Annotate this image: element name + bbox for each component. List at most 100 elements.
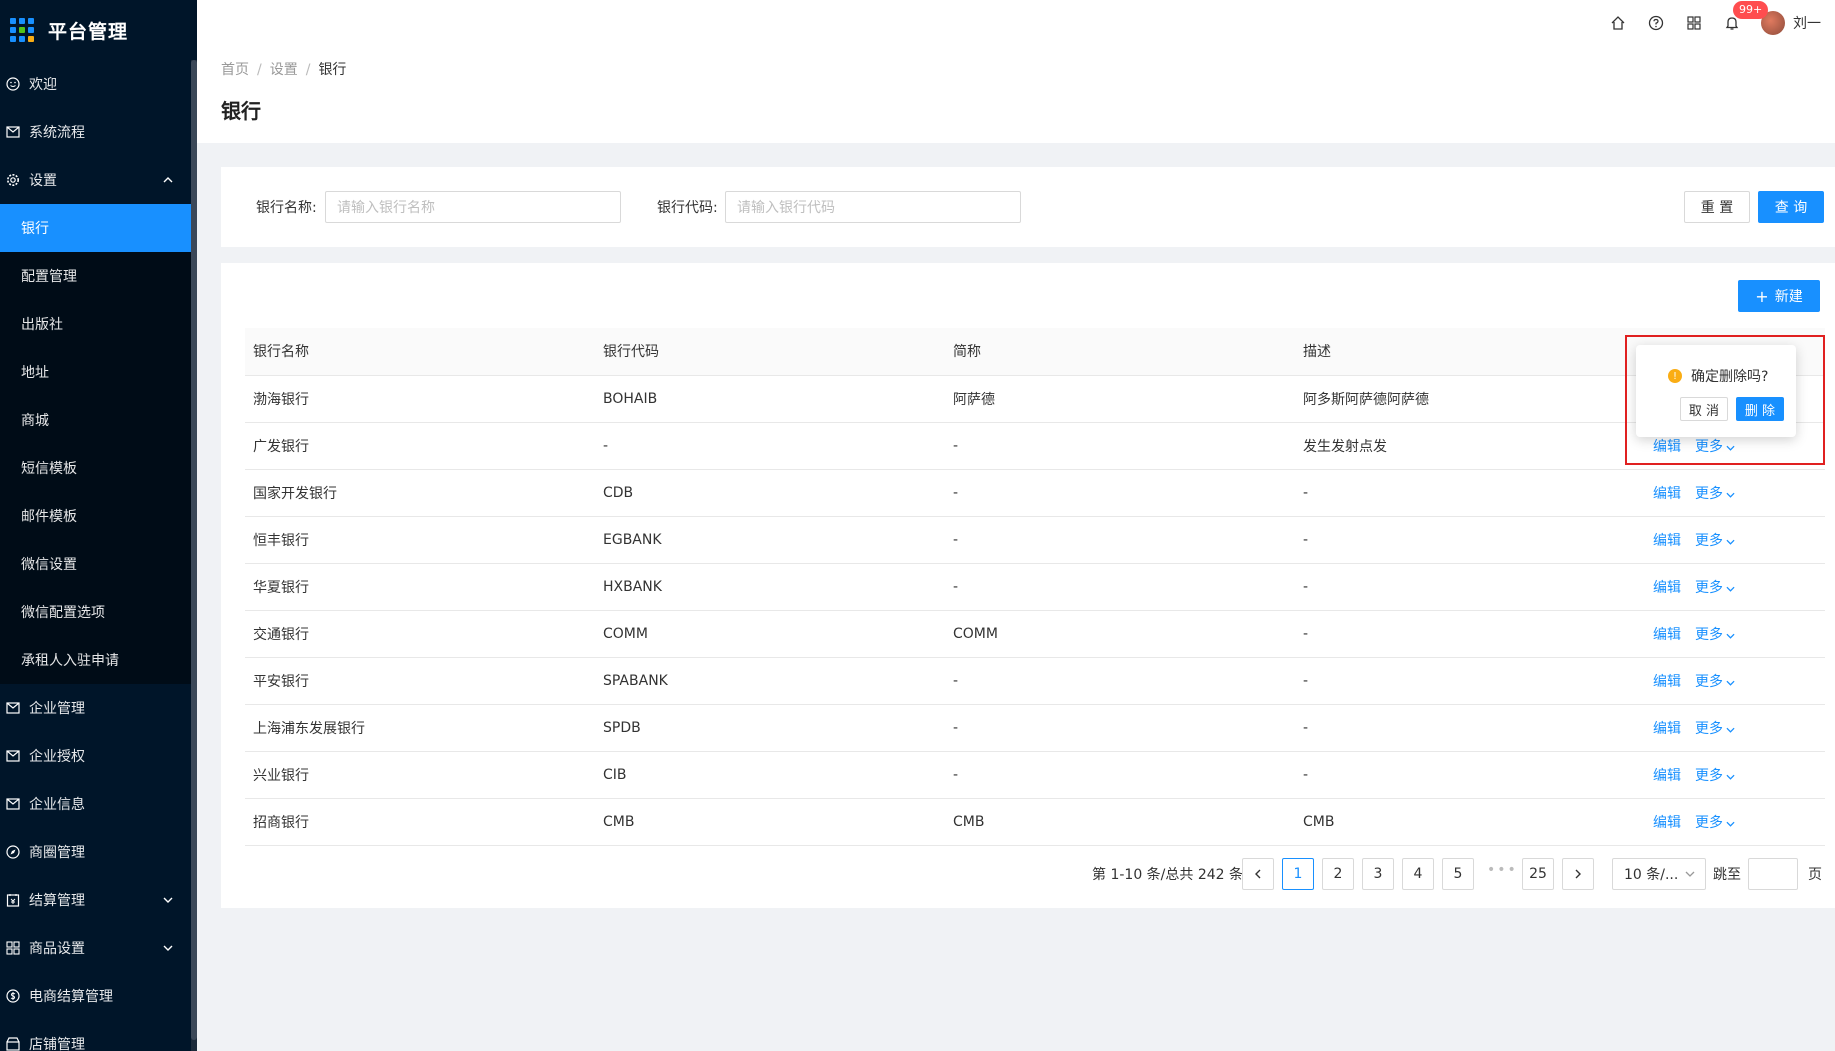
delete-popconfirm: ! 确定删除吗? 取 消 删 除 (1636, 345, 1796, 437)
question-icon[interactable] (1637, 15, 1675, 31)
app-logo[interactable]: 平台管理 (0, 0, 197, 60)
cell-short-name: - (945, 422, 1295, 470)
sidebar-item-wechat-settings[interactable]: 微信设置 (0, 540, 197, 588)
page-last-button[interactable]: 25 (1522, 858, 1554, 890)
more-dropdown[interactable]: 更多 (1695, 580, 1735, 596)
more-dropdown[interactable]: 更多 (1695, 721, 1735, 737)
sidebar-item-label: 店铺管理 (29, 1037, 85, 1051)
table-row: 国家开发银行 CDB - - 编辑 更多 (245, 469, 1825, 517)
sidebar-item-wechat-options[interactable]: 微信配置选项 (0, 588, 197, 636)
edit-link[interactable]: 编辑 (1653, 439, 1681, 455)
edit-link[interactable]: 编辑 (1653, 580, 1681, 596)
sidebar-item-address[interactable]: 地址 (0, 348, 197, 396)
edit-link[interactable]: 编辑 (1653, 674, 1681, 690)
sidebar-item-email-template[interactable]: 邮件模板 (0, 492, 197, 540)
cell-bank-name: 渤海银行 (245, 375, 595, 423)
more-dropdown[interactable]: 更多 (1695, 815, 1735, 831)
next-page-button[interactable] (1562, 858, 1594, 890)
notification-bell[interactable]: 99+ (1713, 0, 1769, 31)
sidebar-item-enterprise-mgmt[interactable]: 企业管理 (0, 684, 197, 732)
account-book-icon (5, 892, 21, 908)
cell-bank-name: 广发银行 (245, 422, 595, 470)
home-icon[interactable] (1599, 15, 1637, 31)
col-header-short-name: 简称 (945, 328, 1295, 376)
edit-link[interactable]: 编辑 (1653, 486, 1681, 502)
sidebar-item-mall[interactable]: 商城 (0, 396, 197, 444)
cell-description: - (1295, 704, 1645, 752)
edit-link[interactable]: 编辑 (1653, 815, 1681, 831)
cell-bank-name: 上海浦东发展银行 (245, 704, 595, 752)
sidebar-item-label: 配置管理 (21, 269, 77, 285)
sidebar-item-product-settings[interactable]: 商品设置 (0, 924, 197, 972)
more-dropdown[interactable]: 更多 (1695, 439, 1735, 455)
col-header-bank-name: 银行名称 (245, 328, 595, 376)
page-3-button[interactable]: 3 (1362, 858, 1394, 890)
sidebar-item-publisher[interactable]: 出版社 (0, 300, 197, 348)
page-size-select[interactable]: 10 条/... (1612, 858, 1706, 890)
sidebar-item-shop-mgmt[interactable]: 店铺管理 (0, 1020, 197, 1051)
sidebar-item-system-flow[interactable]: 系统流程 (0, 108, 197, 156)
edit-link[interactable]: 编辑 (1653, 533, 1681, 549)
more-dropdown[interactable]: 更多 (1695, 674, 1735, 690)
jump-to-input[interactable] (1748, 858, 1798, 890)
sidebar-scrollbar-thumb[interactable] (191, 60, 197, 1040)
query-button[interactable]: 查 询 (1758, 191, 1824, 223)
more-dropdown[interactable]: 更多 (1695, 768, 1735, 784)
cell-bank-code: CMB (595, 798, 945, 846)
cell-bank-code: HXBANK (595, 563, 945, 611)
sidebar-item-enterprise-auth[interactable]: 企业授权 (0, 732, 197, 780)
cell-short-name: - (945, 563, 1295, 611)
sidebar-item-tenant-apply[interactable]: 承租人入驻申请 (0, 636, 197, 684)
page-suffix-label: 页 (1808, 867, 1822, 883)
table-row: 兴业银行 CIB - - 编辑 更多 (245, 751, 1825, 799)
page-4-button[interactable]: 4 (1402, 858, 1434, 890)
cell-bank-name: 招商银行 (245, 798, 595, 846)
sidebar-item-sms-template[interactable]: 短信模板 (0, 444, 197, 492)
more-dropdown[interactable]: 更多 (1695, 486, 1735, 502)
settings-submenu: 银行 配置管理 出版社 地址 商城 短信模板 邮件模板 微信设置 微信配置选项 … (0, 204, 197, 684)
more-dropdown[interactable]: 更多 (1695, 627, 1735, 643)
table-card: + 新建 银行名称 银行代码 简称 描述 渤海银行 BOHAIB 阿萨德 阿多斯阿萨德… (221, 263, 1835, 908)
page-2-button[interactable]: 2 (1322, 858, 1354, 890)
sidebar-item-settlement[interactable]: 结算管理 (0, 876, 197, 924)
bank-name-input[interactable] (325, 191, 621, 223)
table-row: 华夏银行 HXBANK - - 编辑 更多 (245, 563, 1825, 611)
edit-link[interactable]: 编辑 (1653, 627, 1681, 643)
chevron-down-icon (1723, 768, 1735, 784)
gear-icon (5, 172, 21, 188)
popconfirm-cancel-button[interactable]: 取 消 (1680, 397, 1728, 421)
sidebar-item-config[interactable]: 配置管理 (0, 252, 197, 300)
sidebar-scrollbar[interactable] (191, 60, 197, 1051)
breadcrumb-home[interactable]: 首页 (221, 62, 249, 78)
cell-description: - (1295, 563, 1645, 611)
page-5-button[interactable]: 5 (1442, 858, 1474, 890)
sidebar-item-ecommerce-settlement[interactable]: 电商结算管理 (0, 972, 197, 1020)
chevron-down-icon (163, 895, 173, 906)
sidebar-item-welcome[interactable]: 欢迎 (0, 60, 197, 108)
more-dropdown[interactable]: 更多 (1695, 533, 1735, 549)
bank-code-input[interactable] (725, 191, 1021, 223)
sidebar-item-bank[interactable]: 银行 (0, 204, 191, 252)
sidebar-item-enterprise-info[interactable]: 企业信息 (0, 780, 197, 828)
edit-link[interactable]: 编辑 (1653, 721, 1681, 737)
reset-button[interactable]: 重 置 (1684, 191, 1750, 223)
table-row: 招商银行 CMB CMB CMB 编辑 更多 (245, 798, 1825, 846)
popconfirm-delete-button[interactable]: 删 除 (1736, 397, 1784, 421)
sidebar-item-label: 地址 (21, 365, 49, 381)
sidebar-item-business-district[interactable]: 商圈管理 (0, 828, 197, 876)
cell-short-name: - (945, 469, 1295, 517)
cell-short-name: - (945, 657, 1295, 705)
edit-link[interactable]: 编辑 (1653, 768, 1681, 784)
pagination-ellipsis[interactable]: ••• (1487, 862, 1518, 878)
page-1-button[interactable]: 1 (1282, 858, 1314, 890)
chevron-down-icon (1723, 533, 1735, 549)
more-label: 更多 (1695, 579, 1723, 596)
appstore-icon[interactable] (1675, 15, 1713, 30)
new-button[interactable]: + 新建 (1738, 280, 1820, 312)
sidebar-item-settings[interactable]: 设置 (0, 156, 197, 204)
breadcrumb-settings[interactable]: 设置 (270, 62, 298, 78)
cell-bank-code: - (595, 422, 945, 470)
page-header: 首页 / 设置 / 银行 银行 (197, 45, 1835, 143)
prev-page-button[interactable] (1242, 858, 1274, 890)
user-name[interactable]: 刘一 (1793, 13, 1821, 33)
